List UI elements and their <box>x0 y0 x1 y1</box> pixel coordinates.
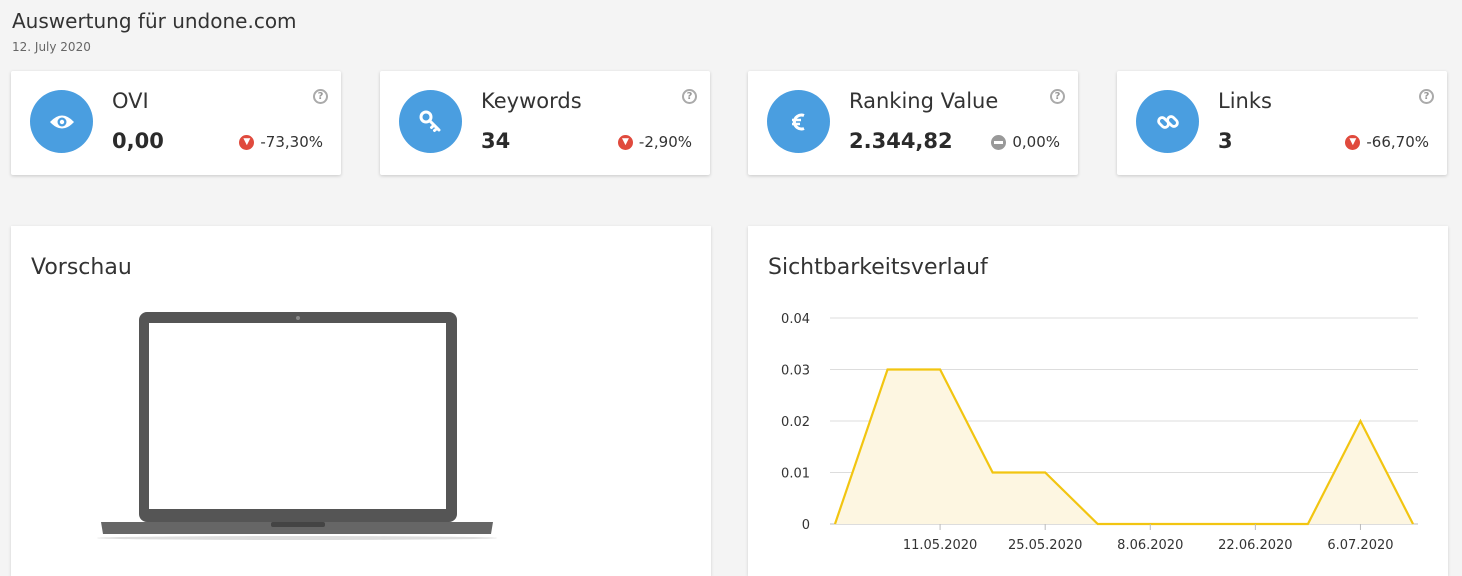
kpi-label: Ranking Value <box>849 89 999 113</box>
y-tick-label: 0.01 <box>781 467 810 482</box>
help-icon[interactable]: ? <box>682 89 697 104</box>
chevron-down-icon: ▼ <box>1345 134 1361 150</box>
kpi-value: 3 <box>1218 129 1233 153</box>
help-icon[interactable]: ? <box>1419 89 1434 104</box>
kpi-label: Links <box>1218 89 1272 113</box>
preview-title: Vorschau <box>31 255 132 280</box>
euro-icon <box>767 90 830 153</box>
kpi-value: 34 <box>481 129 511 153</box>
laptop-illustration <box>97 312 497 540</box>
chevron-down-icon: ▼ <box>617 134 633 150</box>
kpi-change: 0,00% <box>991 133 1060 151</box>
minus-icon <box>991 134 1007 150</box>
page-title: Auswertung für undone.com <box>12 9 297 33</box>
kpi-card-links: Links 3 ? ▼ -66,70% <box>1117 71 1447 175</box>
chevron-down-icon: ▼ <box>239 134 255 150</box>
x-tick-label: 6.07.2020 <box>1327 538 1393 553</box>
y-tick-label: 0 <box>802 518 810 533</box>
kpi-change-value: -73,30% <box>260 133 323 151</box>
kpi-change: ▼ -66,70% <box>1345 133 1429 151</box>
key-icon <box>399 90 462 153</box>
help-icon[interactable]: ? <box>1050 89 1065 104</box>
kpi-change-value: 0,00% <box>1012 133 1060 151</box>
kpi-card-ovi: OVI 0,00 ? ▼ -73,30% <box>11 71 341 175</box>
x-tick-label: 22.06.2020 <box>1218 538 1292 553</box>
y-tick-label: 0.04 <box>781 312 810 327</box>
preview-panel: Vorschau <box>11 226 711 576</box>
kpi-change-value: -2,90% <box>638 133 692 151</box>
kpi-change: ▼ -73,30% <box>239 133 323 151</box>
visibility-chart: 0 0.01 0.02 0.03 0.04 11.05.2020 25.05.2020 8.0… <box>781 312 1418 553</box>
x-tick-label: 11.05.2020 <box>903 538 977 553</box>
x-tick-label: 25.05.2020 <box>1008 538 1082 553</box>
y-tick-label: 0.03 <box>781 364 810 379</box>
kpi-label: Keywords <box>481 89 582 113</box>
visibility-panel: Sichtbarkeitsverlauf 0 0.01 0.02 0.03 0.04 11… <box>748 226 1448 576</box>
y-tick-label: 0.02 <box>781 415 810 430</box>
kpi-card-ranking-value: Ranking Value 2.344,82 ? 0,00% <box>748 71 1078 175</box>
series-area <box>835 369 1413 524</box>
kpi-card-keywords: Keywords 34 ? ▼ -2,90% <box>380 71 710 175</box>
kpi-value: 0,00 <box>112 129 164 153</box>
kpi-change: ▼ -2,90% <box>617 133 692 151</box>
eye-icon <box>30 90 93 153</box>
kpi-label: OVI <box>112 89 149 113</box>
help-icon[interactable]: ? <box>313 89 328 104</box>
kpi-value: 2.344,82 <box>849 129 953 153</box>
kpi-change-value: -66,70% <box>1366 133 1429 151</box>
x-tick-label: 8.06.2020 <box>1117 538 1183 553</box>
page-date: 12. July 2020 <box>12 40 91 54</box>
link-icon <box>1136 90 1199 153</box>
